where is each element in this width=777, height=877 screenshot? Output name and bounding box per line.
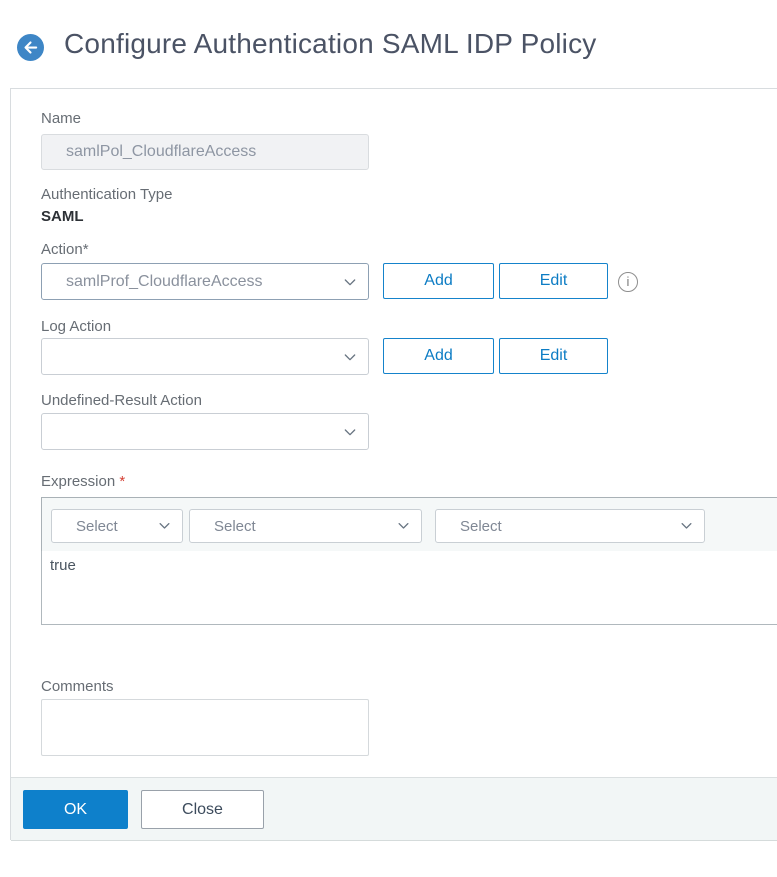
- expression-textarea[interactable]: true: [41, 551, 777, 625]
- close-button[interactable]: Close: [141, 790, 264, 829]
- expression-label-text: Expression: [41, 473, 120, 490]
- chevron-down-icon: [396, 518, 411, 537]
- chevron-down-icon: [342, 424, 358, 445]
- action-select-value: samlProf_CloudflareAccess: [66, 272, 263, 290]
- chevron-down-icon: [342, 349, 358, 370]
- auth-type-label: Authentication Type: [41, 186, 173, 203]
- action-select[interactable]: samlProf_CloudflareAccess: [41, 263, 369, 300]
- undefined-result-action-label: Undefined-Result Action: [41, 392, 202, 409]
- action-add-button[interactable]: Add: [383, 263, 494, 299]
- chevron-down-icon: [679, 518, 694, 537]
- expression-select-1[interactable]: Select: [51, 509, 183, 543]
- arrow-left-icon: [22, 39, 39, 56]
- log-action-label: Log Action: [41, 318, 112, 335]
- name-input: [41, 134, 369, 170]
- comments-label: Comments: [41, 678, 114, 695]
- ok-button[interactable]: OK: [23, 790, 128, 829]
- log-action-edit-button[interactable]: Edit: [499, 338, 608, 374]
- form-footer: OK Close: [11, 777, 777, 841]
- info-icon[interactable]: i: [618, 272, 638, 292]
- expression-label: Expression *: [41, 472, 125, 492]
- name-label: Name: [41, 110, 82, 127]
- back-button[interactable]: [17, 34, 44, 61]
- action-label: Action*: [41, 241, 89, 258]
- expression-select-2-value: Select: [214, 517, 256, 535]
- chevron-down-icon: [157, 518, 172, 537]
- expression-select-3[interactable]: Select: [435, 509, 705, 543]
- auth-type-value: SAML: [41, 208, 84, 225]
- required-asterisk: *: [119, 473, 126, 490]
- chevron-down-icon: [342, 274, 358, 295]
- log-action-select[interactable]: [41, 338, 369, 375]
- undefined-result-action-select[interactable]: [41, 413, 369, 450]
- expression-select-3-value: Select: [460, 517, 502, 535]
- log-action-add-button[interactable]: Add: [383, 338, 494, 374]
- configure-saml-idp-policy-page: Configure Authentication SAML IDP Policy…: [0, 0, 777, 877]
- expression-select-2[interactable]: Select: [189, 509, 422, 543]
- form-panel: Name Authentication Type SAML Action* sa…: [10, 88, 777, 841]
- action-edit-button[interactable]: Edit: [499, 263, 608, 299]
- page-title: Configure Authentication SAML IDP Policy: [64, 28, 597, 59]
- expression-select-1-value: Select: [76, 517, 118, 535]
- expression-builder-header: Select Select Select: [41, 497, 777, 552]
- comments-textarea[interactable]: [41, 699, 369, 756]
